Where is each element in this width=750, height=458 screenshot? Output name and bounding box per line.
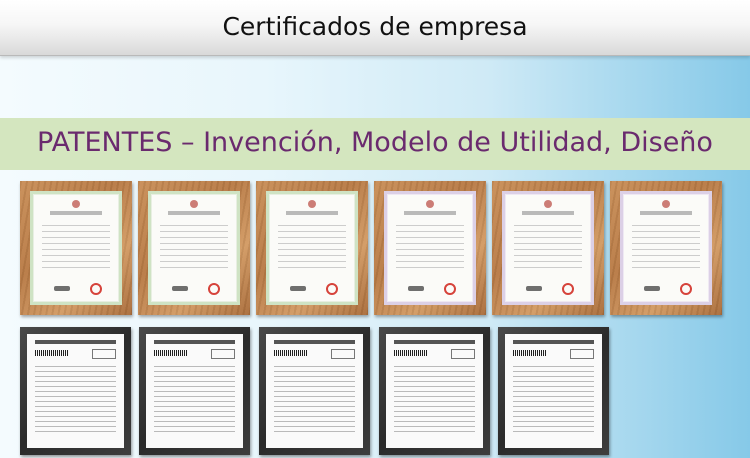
certificate-frame bbox=[610, 181, 722, 315]
document-frame bbox=[498, 327, 609, 455]
certificate-frame bbox=[492, 181, 604, 315]
certificate-image bbox=[620, 191, 712, 305]
certificate-frame bbox=[138, 181, 250, 315]
certificate-image bbox=[266, 191, 358, 305]
section-heading: PATENTES – Invención, Modelo de Utilidad… bbox=[37, 127, 713, 158]
document-frame bbox=[379, 327, 490, 455]
document-frame bbox=[259, 327, 370, 455]
seal-icon bbox=[562, 283, 574, 295]
seal-icon bbox=[326, 283, 338, 295]
seal-icon bbox=[680, 283, 692, 295]
section-band: PATENTES – Invención, Modelo de Utilidad… bbox=[0, 118, 750, 170]
certificate-frame bbox=[374, 181, 486, 315]
document-image bbox=[266, 334, 363, 448]
document-image bbox=[386, 334, 483, 448]
document-image bbox=[505, 334, 602, 448]
document-image bbox=[146, 334, 243, 448]
certificate-image bbox=[148, 191, 240, 305]
document-frame bbox=[139, 327, 250, 455]
seal-icon bbox=[90, 283, 102, 295]
seal-icon bbox=[444, 283, 456, 295]
certificate-frame bbox=[256, 181, 368, 315]
title-bar: Certificados de empresa bbox=[0, 0, 750, 56]
certificate-frame bbox=[20, 181, 132, 315]
certificate-image bbox=[384, 191, 476, 305]
seal-icon bbox=[208, 283, 220, 295]
certificate-image bbox=[30, 191, 122, 305]
certificate-image bbox=[502, 191, 594, 305]
document-image bbox=[27, 334, 124, 448]
document-frame bbox=[20, 327, 131, 455]
page-title: Certificados de empresa bbox=[222, 12, 528, 41]
